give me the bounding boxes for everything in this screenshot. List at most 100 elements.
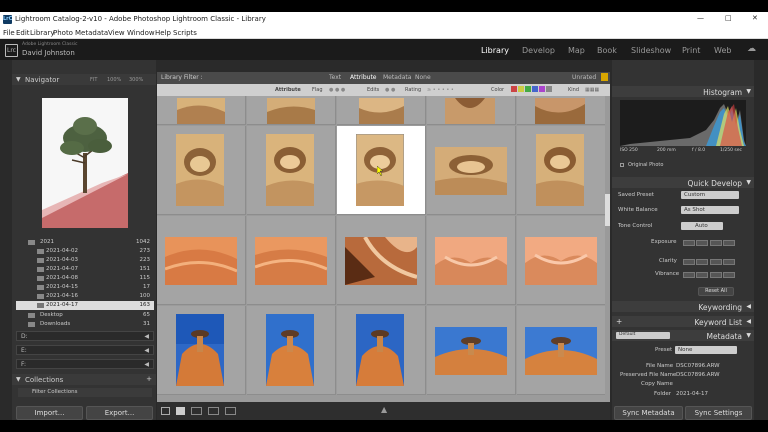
module-print[interactable]: Print [682,46,700,55]
folder-row[interactable]: Desktop 65 [16,311,154,320]
module-library[interactable]: Library [481,46,509,55]
histogram-graph[interactable] [620,100,746,146]
grid-cell[interactable] [427,216,516,305]
menu-window[interactable]: Window [127,29,155,37]
menu-photo[interactable]: Photo [53,29,73,37]
metadata-header[interactable]: Default Metadata ▼ [612,330,754,341]
menu-scripts[interactable]: Scripts [173,29,197,37]
metadata-preset-dropdown[interactable]: None [675,346,737,354]
module-book[interactable]: Book [597,46,617,55]
filter-preset[interactable]: Unrated [572,74,596,81]
exposure-plus-large[interactable] [723,240,735,246]
folder-row[interactable]: Downloads 31 [16,320,154,329]
module-slideshow[interactable]: Slideshow [631,46,671,55]
folder-row[interactable]: 2021-04-03 223 [16,256,154,265]
grid-view-icon[interactable] [161,407,170,415]
menu-view[interactable]: View [108,29,125,37]
grid-cell[interactable] [337,216,426,305]
folder-row[interactable]: 2021-04-15 17 [16,283,154,292]
color-label-green[interactable] [525,86,531,92]
grid-cell[interactable] [157,126,246,215]
zoom-100[interactable]: 100% [107,77,121,83]
vibrance-minus-small[interactable] [696,272,708,278]
module-develop[interactable]: Develop [522,46,555,55]
color-label-blue[interactable] [532,86,538,92]
folder-row[interactable]: 2021-04-02 273 [16,247,154,256]
grid-cell[interactable] [517,306,605,395]
clarity-plus-large[interactable] [723,259,735,265]
grid-cell[interactable] [247,96,336,125]
grid-cell[interactable] [517,126,605,215]
grid-cell[interactable] [517,96,605,125]
saved-preset-dropdown[interactable]: Custom [681,191,739,199]
volume-f[interactable]: F: ◀ [16,359,154,369]
auto-tone-button[interactable]: Auto [681,222,723,230]
exposure-minus-large[interactable] [683,240,695,246]
exposure-plus-small[interactable] [710,240,722,246]
menu-library[interactable]: Library [30,29,54,37]
grid-cell[interactable] [247,216,336,305]
zoom-300[interactable]: 300% [129,77,143,83]
clarity-plus-small[interactable] [710,259,722,265]
grid-cell[interactable] [157,306,246,395]
collections-header[interactable]: ▼ Collections + [12,374,156,385]
grid-cell[interactable] [157,96,246,125]
import-button[interactable]: Import... [16,406,83,420]
grid-cell[interactable] [337,306,426,395]
module-web[interactable]: Web [714,46,731,55]
filter-tab-text[interactable]: Text [329,74,341,81]
folder-row-selected[interactable]: 2021-04-17 163 [16,301,154,310]
histogram-header[interactable]: Histogram ▼ [612,86,754,97]
add-collection-icon[interactable]: + [146,375,152,383]
color-label-gray[interactable] [546,86,552,92]
minimize-icon[interactable]: — [697,14,704,22]
navigator-header[interactable]: ▼ Navigator FIT 100% 300% [12,74,156,85]
original-photo-checkbox[interactable] [620,163,624,167]
keywording-header[interactable]: Keywording ◀ [612,301,754,312]
clarity-minus-small[interactable] [696,259,708,265]
folder-row[interactable]: 2021-04-07 151 [16,265,154,274]
folder-row[interactable]: 2021-04-16 100 [16,292,154,301]
folder-row[interactable]: 2021-04-08 115 [16,274,154,283]
sync-settings-button[interactable]: Sync Settings [685,406,752,420]
loupe-view-icon[interactable] [176,407,185,415]
cloud-icon[interactable]: ☁ [747,44,756,54]
grid-cell[interactable] [427,96,516,125]
grid-cell[interactable] [157,216,246,305]
grid-scrollbar[interactable] [605,96,610,402]
filter-collections[interactable]: Filter Collections [18,388,152,397]
grid-cell[interactable] [247,306,336,395]
zoom-fit[interactable]: FIT [90,77,97,83]
grid-cell[interactable] [247,126,336,215]
reset-all-button[interactable]: Reset All [698,287,734,296]
toolbar-menu-chevron-icon[interactable]: ▲ [381,405,387,414]
compare-view-icon[interactable] [191,407,202,415]
folder-row[interactable]: 2021 1042 [16,238,154,247]
grid-cell[interactable] [337,96,426,125]
menu-edit[interactable]: Edit [16,29,30,37]
grid-cell[interactable] [427,126,516,215]
metadata-view-dropdown[interactable]: Default [616,332,670,339]
people-view-icon[interactable] [225,407,236,415]
exposure-minus-small[interactable] [696,240,708,246]
grid-cell[interactable] [427,306,516,395]
grid-cell[interactable] [517,216,605,305]
module-map[interactable]: Map [568,46,585,55]
clarity-minus-large[interactable] [683,259,695,265]
survey-view-icon[interactable] [208,407,219,415]
color-label-yellow[interactable] [518,86,524,92]
menu-file[interactable]: File [3,29,15,37]
close-icon[interactable]: ✕ [752,14,758,22]
volume-e[interactable]: E: ◀ [16,345,154,355]
white-balance-dropdown[interactable]: As Shot [681,206,739,214]
maximize-icon[interactable]: □ [725,14,732,22]
color-label-purple[interactable] [539,86,545,92]
vibrance-plus-large[interactable] [723,272,735,278]
grid-cell-selected[interactable] [337,126,426,215]
menu-metadata[interactable]: Metadata [75,29,108,37]
color-label-red[interactable] [511,86,517,92]
export-button[interactable]: Export... [86,406,153,420]
menu-help[interactable]: Help [155,29,171,37]
sync-metadata-button[interactable]: Sync Metadata [614,406,683,420]
volume-d[interactable]: D: ◀ [16,331,154,341]
